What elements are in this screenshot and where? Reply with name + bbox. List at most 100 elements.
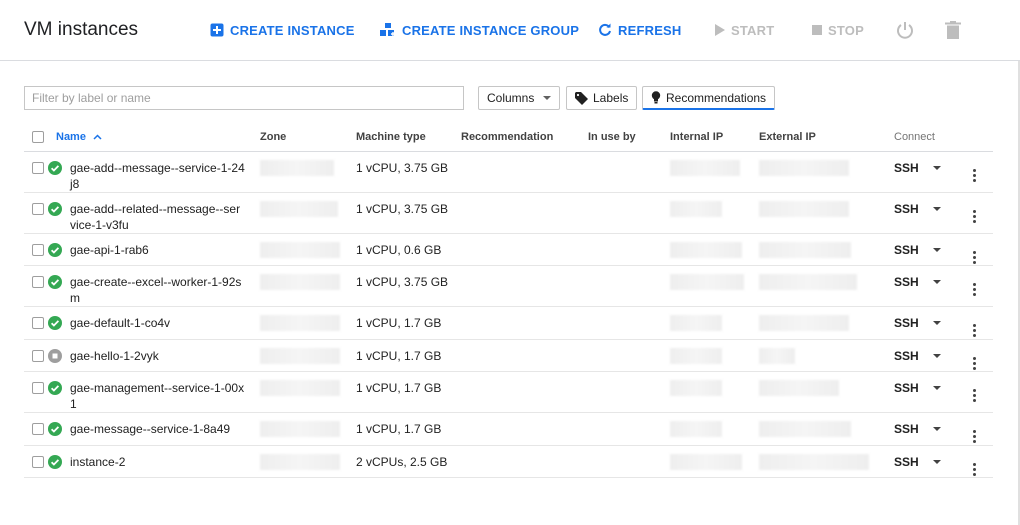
table-row: instance-2 2 vCPUs, 2.5 GB SSH (24, 445, 993, 478)
machine-type-value: 1 vCPU, 3.75 GB (356, 192, 461, 234)
zone-value-redacted (260, 453, 340, 470)
check-circle-icon (48, 422, 62, 436)
refresh-button[interactable]: REFRESH (598, 20, 682, 40)
machine-type-value: 1 vCPU, 1.7 GB (356, 339, 461, 372)
in-use-by-value (588, 151, 670, 193)
more-vert-icon[interactable] (966, 461, 982, 477)
column-header-external-ip[interactable]: External IP (759, 124, 894, 152)
table-row: gae-create--excel--worker-1-92sm 1 vCPU,… (24, 265, 993, 307)
row-checkbox[interactable] (32, 202, 44, 215)
machine-type-value: 1 vCPU, 3.75 GB (356, 265, 461, 307)
instance-name-link[interactable]: instance-2 (70, 454, 125, 470)
chevron-down-icon[interactable] (932, 206, 941, 211)
more-vert-icon[interactable] (966, 388, 982, 404)
external-ip-redacted (759, 200, 849, 217)
column-header-name[interactable]: Name (48, 124, 260, 152)
recommendation-value (461, 151, 588, 193)
create-instance-group-label: CREATE INSTANCE GROUP (402, 22, 580, 38)
instance-name-link[interactable]: gae-add--related--message--service-1-v3f… (70, 201, 246, 233)
column-header-internal-ip[interactable]: Internal IP (670, 124, 759, 152)
external-ip-redacted (759, 241, 851, 258)
stop-button[interactable]: STOP (812, 20, 864, 40)
zone-value-redacted (260, 274, 340, 290)
create-instance-group-button[interactable]: CREATE INSTANCE GROUP (380, 20, 579, 40)
stop-square-icon (812, 25, 822, 35)
internal-ip-redacted (670, 200, 722, 217)
row-checkbox[interactable] (32, 455, 44, 468)
instance-name-link[interactable]: gae-add--message--service-1-24j8 (70, 160, 246, 192)
lightbulb-icon (651, 91, 661, 104)
machine-type-value: 1 vCPU, 3.75 GB (356, 151, 461, 193)
instance-name-link[interactable]: gae-default-1-co4v (70, 315, 170, 331)
chevron-down-icon[interactable] (932, 321, 941, 325)
instance-name-link[interactable]: gae-api-1-rab6 (70, 242, 149, 258)
delete-button[interactable] (941, 18, 965, 42)
check-circle-icon (48, 316, 62, 330)
check-circle-icon (48, 381, 62, 395)
chevron-down-icon[interactable] (932, 353, 941, 358)
recommendation-value (461, 233, 588, 266)
more-vert-icon[interactable] (966, 249, 982, 265)
ssh-connect-button[interactable]: SSH (894, 348, 941, 364)
ssh-label: SSH (894, 316, 919, 330)
ssh-connect-button[interactable]: SSH (894, 160, 941, 176)
create-instance-button[interactable]: CREATE INSTANCE (210, 20, 355, 40)
page-title: VM instances (24, 19, 139, 40)
chevron-down-icon[interactable] (932, 459, 941, 464)
labels-button[interactable]: Labels (566, 86, 638, 110)
reset-button[interactable] (893, 18, 917, 42)
internal-ip-redacted (670, 159, 740, 176)
recommendations-button[interactable]: Recommendations (642, 86, 776, 110)
internal-ip-redacted (670, 315, 722, 331)
instance-name-link[interactable]: gae-create--excel--worker-1-92sm (70, 274, 246, 306)
zone-value-redacted (260, 200, 338, 217)
ssh-connect-button[interactable]: SSH (894, 315, 941, 331)
select-all-checkbox[interactable] (32, 131, 44, 144)
more-vert-icon[interactable] (966, 282, 982, 298)
more-vert-icon[interactable] (966, 323, 982, 339)
column-header-zone[interactable]: Zone (260, 124, 356, 152)
more-vert-icon[interactable] (966, 167, 982, 183)
chevron-down-icon[interactable] (932, 386, 941, 390)
internal-ip-redacted (670, 453, 742, 470)
in-use-by-value (588, 192, 670, 234)
ssh-connect-button[interactable]: SSH (894, 242, 941, 258)
filter-input[interactable] (24, 86, 464, 110)
stopped-circle-icon (48, 348, 62, 363)
ssh-label: SSH (894, 422, 919, 436)
row-checkbox[interactable] (32, 349, 44, 362)
more-vert-icon[interactable] (966, 429, 982, 445)
chevron-down-icon[interactable] (932, 427, 941, 431)
machine-type-value: 1 vCPU, 1.7 GB (356, 412, 461, 446)
row-checkbox[interactable] (32, 423, 44, 435)
chevron-down-icon[interactable] (932, 165, 941, 170)
row-checkbox[interactable] (32, 276, 44, 288)
ssh-connect-button[interactable]: SSH (894, 454, 941, 470)
ssh-connect-button[interactable]: SSH (894, 201, 941, 217)
column-header-machine-type[interactable]: Machine type (356, 124, 461, 152)
instance-name-link[interactable]: gae-message--service-1-8a49 (70, 421, 230, 437)
ssh-connect-button[interactable]: SSH (894, 380, 941, 396)
more-vert-icon[interactable] (966, 208, 982, 224)
ssh-connect-button[interactable]: SSH (894, 274, 941, 290)
external-ip-redacted (759, 347, 795, 364)
machine-type-value: 1 vCPU, 0.6 GB (356, 233, 461, 266)
refresh-label: REFRESH (618, 22, 682, 38)
row-checkbox[interactable] (32, 317, 44, 329)
chevron-down-icon[interactable] (932, 247, 941, 252)
more-vert-icon[interactable] (966, 355, 982, 371)
column-header-recommendation[interactable]: Recommendation (461, 124, 588, 152)
ssh-connect-button[interactable]: SSH (894, 421, 941, 437)
row-checkbox[interactable] (32, 243, 44, 256)
start-button[interactable]: START (714, 20, 774, 40)
zone-value-redacted (260, 315, 340, 331)
recommendation-value (461, 306, 588, 340)
chevron-down-icon[interactable] (932, 280, 941, 284)
columns-dropdown[interactable]: Columns (478, 86, 561, 110)
ssh-label: SSH (894, 201, 919, 216)
row-checkbox[interactable] (32, 161, 44, 174)
column-header-in-use-by[interactable]: In use by (588, 124, 670, 152)
row-checkbox[interactable] (32, 382, 44, 394)
instance-name-link[interactable]: gae-management--service-1-00x1 (70, 380, 246, 412)
instance-name-link[interactable]: gae-hello-1-2vyk (70, 348, 159, 364)
